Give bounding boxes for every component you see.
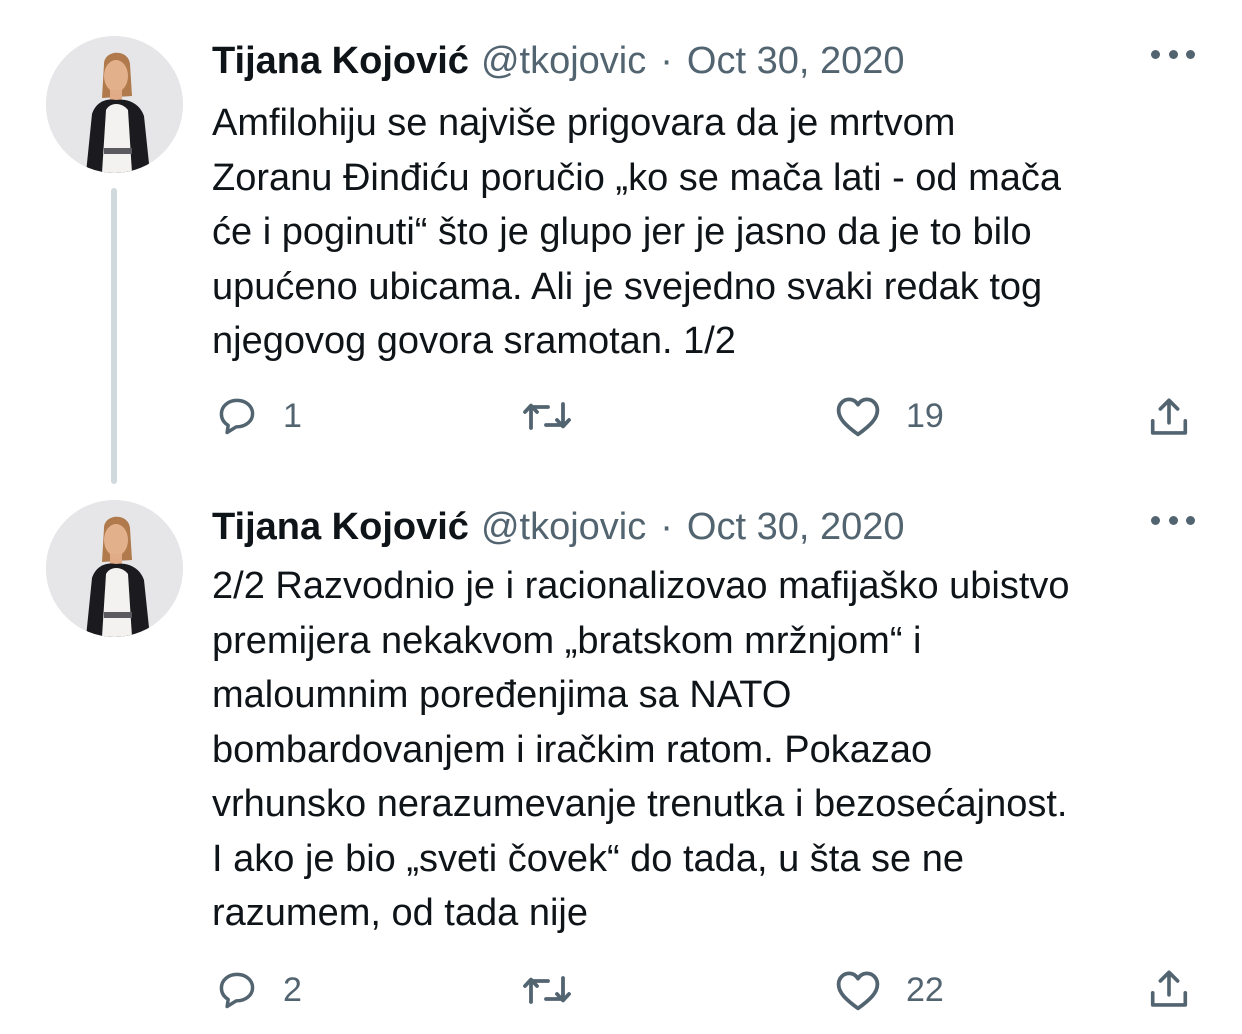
tweet-thread: Tijana Kojović @tkojovic · Oct 30, 2020 …	[0, 0, 1242, 1034]
retweet-icon	[523, 402, 571, 430]
tweet-text-line: upućeno ubicama. Ali je svejedno svaki r…	[212, 265, 1043, 308]
heart-icon	[836, 971, 880, 1011]
reply-icon	[219, 972, 255, 1009]
tweet-date[interactable]: Oct 30, 2020	[687, 506, 905, 549]
author-handle[interactable]: @tkojovic	[481, 506, 646, 549]
tweet-date[interactable]: Oct 30, 2020	[687, 40, 905, 83]
reply-icon	[219, 398, 255, 435]
author-handle[interactable]: @tkojovic	[481, 40, 646, 83]
heart-icon	[836, 397, 880, 437]
tweet-text: Amfilohiju se najviše prigovara da je mr…	[212, 96, 1222, 369]
tweet-text-line: 2/2 Razvodnio je i racionalizovao mafija…	[212, 565, 1070, 607]
like-count: 22	[906, 970, 944, 1009]
author-name[interactable]: Tijana Kojović	[212, 40, 469, 83]
retweet-button[interactable]	[521, 394, 597, 438]
thread-connector-line	[111, 188, 117, 484]
like-button[interactable]: 19	[834, 394, 944, 438]
like-button[interactable]: 22	[834, 968, 944, 1012]
share-button[interactable]	[1146, 394, 1192, 440]
tweet-text: 2/2 Razvodnio je i racionalizovao mafija…	[212, 559, 1222, 941]
retweet-icon	[523, 976, 571, 1004]
author-name[interactable]: Tijana Kojović	[212, 506, 469, 549]
reply-button[interactable]: 1	[215, 394, 302, 438]
more-icon[interactable]	[1151, 510, 1195, 530]
tweet-text-line: vrhunsko nerazumevanje trenutka i bezose…	[212, 783, 1068, 825]
tweet-header: Tijana Kojović @tkojovic · Oct 30, 2020	[212, 36, 904, 86]
avatar[interactable]	[46, 36, 183, 173]
tweet-text-line: bombardovanjem i iračkim ratom. Pokazao	[212, 728, 933, 771]
tweet-text-line: će i poginuti“ što je glupo jer je jasno…	[212, 211, 1032, 253]
tweet-text-line: Zoranu Đinđiću poručio „ko se mača lati …	[212, 156, 1062, 199]
tweet-text-line: Amfilohiju se najviše prigovara da je mr…	[212, 102, 956, 144]
share-icon	[1150, 398, 1188, 435]
share-button[interactable]	[1146, 966, 1192, 1012]
tweet-text-line: razumem, od tada nije	[212, 892, 588, 934]
tweet-text-line: njegovog govora sramotan. 1/2	[212, 320, 736, 362]
share-icon	[1150, 970, 1188, 1007]
profile-photo	[46, 500, 183, 637]
reply-button[interactable]: 2	[215, 968, 302, 1012]
profile-photo	[46, 36, 183, 173]
separator-dot: ·	[660, 505, 673, 548]
separator-dot: ·	[660, 39, 673, 82]
reply-count: 2	[283, 970, 302, 1009]
avatar[interactable]	[46, 500, 183, 637]
reply-count: 1	[283, 396, 302, 435]
tweet-text-line: premijera nekakvom „bratskom mržnjom“ i	[212, 619, 922, 662]
more-icon[interactable]	[1151, 44, 1195, 64]
like-count: 19	[906, 396, 944, 435]
retweet-button[interactable]	[521, 968, 597, 1012]
tweet-text-line: maloumnim poređenjima sa NATO	[212, 674, 792, 716]
tweet-text-line: I ako je bio „sveti čovek“ do tada, u št…	[212, 837, 964, 880]
tweet-header: Tijana Kojović @tkojovic · Oct 30, 2020	[212, 502, 904, 552]
